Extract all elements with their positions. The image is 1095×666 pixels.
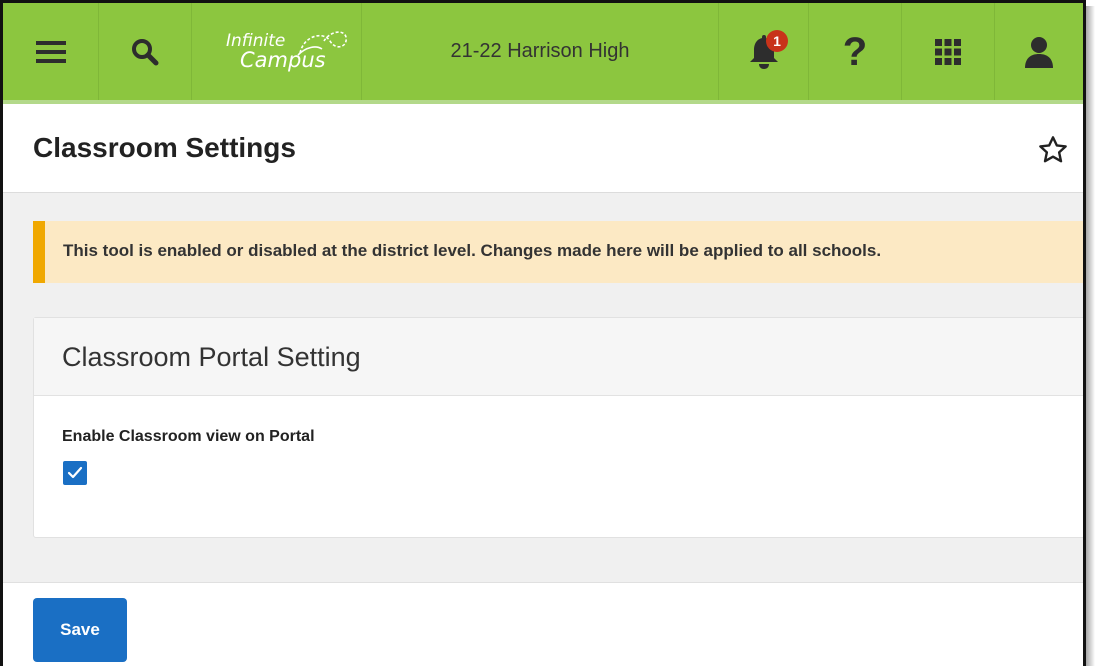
notification-count-badge: 1 xyxy=(766,30,788,52)
logo-wordmark: Infinite Campus xyxy=(226,30,347,71)
app-switcher-button[interactable] xyxy=(902,3,995,100)
app-grid-icon xyxy=(935,38,961,65)
help-button[interactable]: ? xyxy=(809,3,902,100)
logo-swoosh-icon xyxy=(297,30,347,56)
content-area: This tool is enabled or disabled at the … xyxy=(3,193,1083,582)
menu-button[interactable] xyxy=(3,3,99,100)
alert-message: This tool is enabled or disabled at the … xyxy=(63,241,882,260)
star-icon[interactable] xyxy=(1037,134,1069,166)
save-button[interactable]: Save xyxy=(33,598,127,662)
window-shadow xyxy=(1086,6,1095,666)
card-header: Classroom Portal Setting xyxy=(34,318,1083,396)
page-title: Classroom Settings xyxy=(33,132,296,163)
help-icon: ? xyxy=(842,29,868,74)
enable-classroom-view-checkbox[interactable] xyxy=(63,461,87,485)
user-icon xyxy=(1025,36,1053,68)
action-footer: Save xyxy=(3,582,1083,666)
infinite-campus-logo[interactable]: Infinite Campus xyxy=(192,3,362,100)
school-label: 21-22 Harrison High xyxy=(450,40,630,62)
classroom-portal-setting-card: Classroom Portal Setting Enable Classroo… xyxy=(33,317,1083,538)
top-navigation-bar: Infinite Campus 21-22 Harrison High 1 ? xyxy=(3,3,1083,104)
notifications-button[interactable]: 1 xyxy=(719,3,809,100)
enable-classroom-view-label: Enable Classroom view on Portal xyxy=(62,428,315,445)
school-selector[interactable]: 21-22 Harrison High xyxy=(362,3,719,100)
hamburger-menu-icon xyxy=(35,40,66,63)
search-button[interactable] xyxy=(99,3,192,100)
card-title: Classroom Portal Setting xyxy=(62,342,361,372)
app-window: Infinite Campus 21-22 Harrison High 1 ? xyxy=(0,0,1086,666)
district-level-alert: This tool is enabled or disabled at the … xyxy=(33,221,1083,283)
check-icon xyxy=(67,466,83,479)
search-icon xyxy=(132,38,159,65)
page-header: Classroom Settings xyxy=(3,104,1083,193)
user-account-button[interactable] xyxy=(995,3,1083,100)
